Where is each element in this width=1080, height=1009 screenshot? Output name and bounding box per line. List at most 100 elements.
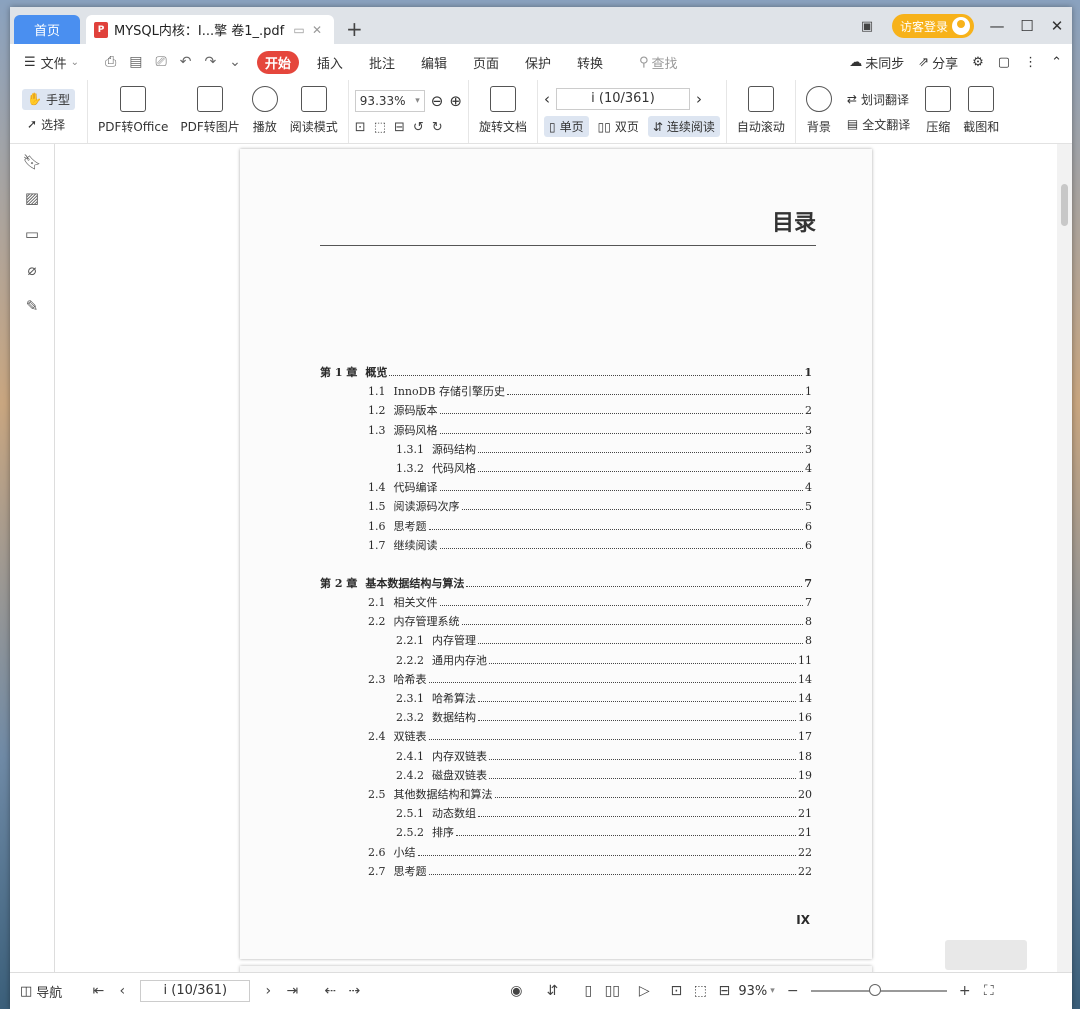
screenshot-button[interactable]: 截图和 xyxy=(957,80,1005,143)
guest-login-button[interactable]: 访客登录 xyxy=(891,14,974,38)
menu-protect[interactable]: 保护 xyxy=(525,53,551,72)
status-zoom-value[interactable]: 93% xyxy=(738,984,767,999)
double-page-view-icon[interactable]: ▯▯ xyxy=(600,983,624,999)
print-icon[interactable]: ⎚ xyxy=(156,54,167,70)
previous-page-icon[interactable]: ‹ xyxy=(110,983,134,999)
status-page-input[interactable]: i (10/361) xyxy=(140,980,251,1002)
toc-section-row[interactable]: 2.3.2 数据结构 16 xyxy=(320,709,812,728)
fit-page-icon[interactable]: ⬚ xyxy=(688,983,712,999)
pdf-to-office-button[interactable]: PDF转Office xyxy=(92,80,174,143)
attachment-icon[interactable]: ⌀ xyxy=(10,252,54,288)
toc-section-row[interactable]: 2.2 内存管理系统 8 xyxy=(320,613,812,632)
sync-status[interactable]: ☁ 未同步 xyxy=(849,53,904,72)
navigation-toggle[interactable]: ◫ 导航 xyxy=(20,982,62,1001)
toc-section-row[interactable]: 2.4.2 磁盘双链表 19 xyxy=(320,767,812,786)
toc-section-row[interactable]: 1.5 阅读源码次序 5 xyxy=(320,498,812,517)
toc-section-row[interactable]: 2.2.2 通用内存池 11 xyxy=(320,652,812,671)
toc-section-row[interactable]: 1.2 源码版本 2 xyxy=(320,402,812,421)
toc-section-row[interactable]: 1.1 InnoDB 存储引擎历史 1 xyxy=(320,383,812,402)
zoom-in-icon[interactable]: + xyxy=(953,983,977,999)
toc-section-row[interactable]: 2.4.1 内存双链表 18 xyxy=(320,748,812,767)
continuous-view-icon[interactable]: ⇵ xyxy=(540,983,564,999)
home-tab[interactable]: 首页 xyxy=(14,15,80,44)
fit-page-icon[interactable]: ⬚ xyxy=(374,120,386,135)
compress-button[interactable]: 压缩 xyxy=(919,80,957,143)
toc-section-row[interactable]: 2.5 其他数据结构和算法 20 xyxy=(320,786,812,805)
zoom-in-icon[interactable]: ⊕ xyxy=(449,92,462,110)
next-page-icon[interactable]: › xyxy=(256,983,280,999)
toc-section-row[interactable]: 2.1 相关文件 7 xyxy=(320,594,812,613)
zoom-out-icon[interactable]: ⊖ xyxy=(431,92,444,110)
bookmark-icon[interactable]: 🔖︎ xyxy=(10,144,54,180)
actual-size-icon[interactable]: ⊡ xyxy=(664,983,688,999)
menu-insert[interactable]: 插入 xyxy=(317,53,343,72)
first-page-icon[interactable]: ⇤ xyxy=(86,983,110,999)
toc-section-row[interactable]: 1.3.2 代码风格 4 xyxy=(320,460,812,479)
page-count-icon[interactable]: ▣ xyxy=(852,19,882,34)
more-options-icon[interactable]: ⋮ xyxy=(1024,55,1037,70)
toc-chapter-row[interactable]: 第 2 章基本数据结构与算法 7 xyxy=(320,575,812,594)
toc-section-row[interactable]: 1.6 思考题 6 xyxy=(320,518,812,537)
forward-icon[interactable]: ⇢ xyxy=(342,983,366,999)
close-window-icon[interactable]: ✕ xyxy=(1042,17,1072,35)
toc-section-row[interactable]: 1.3 源码风格 3 xyxy=(320,422,812,441)
next-page-icon[interactable]: › xyxy=(696,90,702,108)
comment-icon[interactable]: ▢ xyxy=(998,55,1010,70)
toc-section-row[interactable]: 2.5.2 排序 21 xyxy=(320,824,812,843)
toc-section-row[interactable]: 2.3 哈希表 14 xyxy=(320,671,812,690)
maximize-icon[interactable]: ☐ xyxy=(1012,17,1042,35)
zoom-select[interactable]: 93.33% ▾ xyxy=(354,90,425,112)
toc-section-row[interactable]: 2.3.1 哈希算法 14 xyxy=(320,690,812,709)
last-page-icon[interactable]: ⇥ xyxy=(280,983,304,999)
search-box[interactable]: ⚲ 查找 xyxy=(639,53,678,72)
collapse-ribbon-icon[interactable]: ⌃ xyxy=(1051,55,1062,70)
toc-section-row[interactable]: 1.3.1 源码结构 3 xyxy=(320,441,812,460)
word-translate-button[interactable]: ⇄ 划词翻译 xyxy=(842,89,915,110)
double-page-button[interactable]: ▯▯ 双页 xyxy=(593,116,644,137)
toc-section-row[interactable]: 1.4 代码编译 4 xyxy=(320,479,812,498)
menu-page[interactable]: 页面 xyxy=(473,53,499,72)
new-tab-button[interactable]: + xyxy=(346,19,363,39)
page-number-input[interactable]: i (10/361) xyxy=(555,88,690,110)
signature-icon[interactable]: ✎ xyxy=(10,288,54,324)
eye-protection-icon[interactable]: ◉ xyxy=(504,983,528,999)
toc-section-row[interactable]: 2.6 小结 22 xyxy=(320,844,812,863)
select-tool-button[interactable]: ➚ 选择 xyxy=(22,114,75,135)
open-folder-icon[interactable]: ⎙ xyxy=(105,54,116,70)
toc-section-row[interactable]: 2.7 思考题 22 xyxy=(320,863,812,882)
actual-size-icon[interactable]: ⊡ xyxy=(355,120,366,135)
toc-chapter-row[interactable]: 第 1 章概览 1 xyxy=(320,364,812,383)
share-button[interactable]: ⇗ 分享 xyxy=(918,53,958,72)
pin-tab-icon[interactable]: ▭ xyxy=(290,23,308,37)
menu-start[interactable]: 开始 xyxy=(256,50,299,74)
toc-section-row[interactable]: 1.7 继续阅读 6 xyxy=(320,537,812,556)
document-canvas[interactable]: 目录 第 1 章概览 1 1.1 InnoDB 存储引擎历史 1 1.2 源码版本 2 1.3 源… xyxy=(55,144,1057,976)
menu-edit[interactable]: 编辑 xyxy=(421,53,447,72)
fullscreen-icon[interactable]: ⛶ xyxy=(977,983,1001,999)
toc-section-row[interactable]: 2.2.1 内存管理 8 xyxy=(320,632,812,651)
more-quick-actions-icon[interactable]: ⌄ xyxy=(229,54,241,70)
rotate-left-icon[interactable]: ↺ xyxy=(413,120,424,135)
background-button[interactable]: 背景 xyxy=(800,80,838,143)
continuous-read-button[interactable]: ⇵ 连续阅读 xyxy=(647,116,720,137)
redo-icon[interactable]: ↷ xyxy=(204,54,216,70)
vertical-scrollbar[interactable] xyxy=(1057,144,1072,972)
play-button[interactable]: 播放 xyxy=(246,80,284,143)
read-mode-button[interactable]: 阅读模式 xyxy=(284,80,344,143)
pdf-to-image-button[interactable]: PDF转图片 xyxy=(174,80,245,143)
settings-gear-icon[interactable]: ⚙ xyxy=(972,55,984,70)
save-icon[interactable]: ▤ xyxy=(129,54,142,70)
close-tab-icon[interactable]: ✕ xyxy=(308,23,326,37)
previous-page-icon[interactable]: ‹ xyxy=(544,90,550,108)
document-tab[interactable]: P MYSQL内核：I...擎 卷1_.pdf ▭ ✕ xyxy=(86,15,334,44)
back-icon[interactable]: ⇠ xyxy=(318,983,342,999)
zoom-slider-knob[interactable] xyxy=(868,984,881,996)
single-page-view-icon[interactable]: ▯ xyxy=(576,983,600,999)
rotate-document-button[interactable]: 旋转文档 xyxy=(473,80,533,143)
menu-annotate[interactable]: 批注 xyxy=(369,53,395,72)
fit-width-icon[interactable]: ⊟ xyxy=(712,983,736,999)
fit-width-icon[interactable]: ⊟ xyxy=(394,120,405,135)
single-page-button[interactable]: ▯ 单页 xyxy=(543,116,589,137)
rotate-right-icon[interactable]: ↻ xyxy=(432,120,443,135)
toc-section-row[interactable]: 2.5.1 动态数组 21 xyxy=(320,805,812,824)
